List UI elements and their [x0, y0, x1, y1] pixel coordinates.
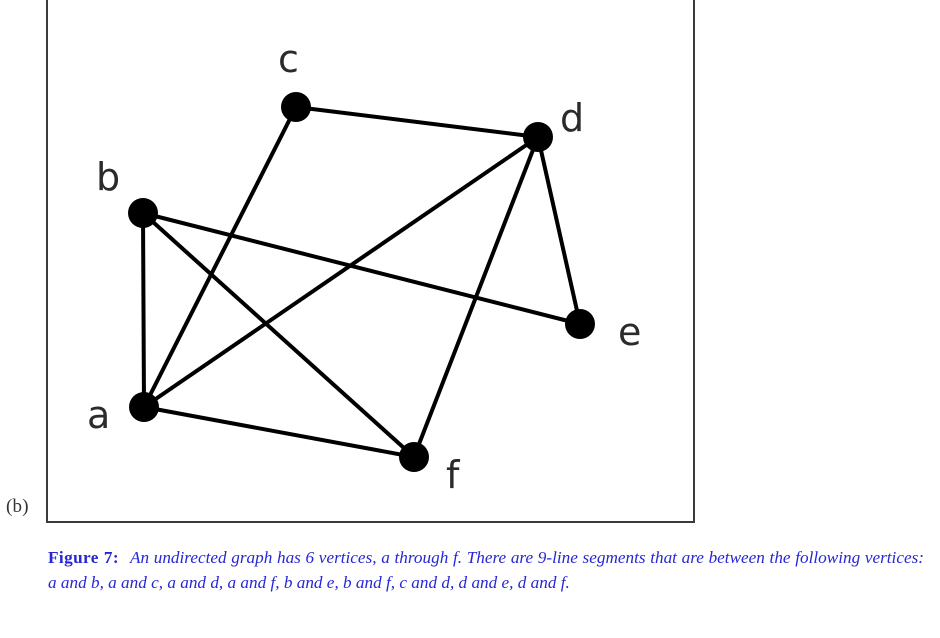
vertex-label-c: c [278, 37, 299, 81]
graph-edge-a-f [142, 405, 416, 459]
vertex-label-d: d [560, 96, 585, 140]
figure-caption-label: Figure 7: [48, 548, 119, 567]
graph-vertex-b [128, 198, 158, 228]
figure-caption: Figure 7: An undirected graph has 6 verti… [48, 546, 924, 595]
vertex-label-b: b [96, 155, 121, 199]
figure-caption-text: An undirected graph has 6 vertices, a th… [48, 548, 924, 592]
graph-edge-a-c [142, 105, 298, 409]
graph-edge-a-b [141, 211, 146, 409]
graph-edge-d-e [536, 135, 582, 326]
graph-edge-b-e [141, 211, 582, 326]
graph-edge-c-d [294, 105, 540, 139]
graph-vertex-e [565, 309, 595, 339]
graph-edge-a-d [142, 135, 540, 409]
graph-edge-d-f [412, 135, 540, 459]
graph-vertex-c [281, 92, 311, 122]
graph-vertex-f [399, 442, 429, 472]
graph-vertex-d [523, 122, 553, 152]
vertex-label-e: e [618, 310, 642, 354]
graph-vertex-a [129, 392, 159, 422]
vertex-label-f: f [446, 453, 460, 497]
edge-layer [141, 105, 582, 459]
vertex-label-a: a [87, 393, 111, 437]
graph-drawing [128, 92, 595, 472]
